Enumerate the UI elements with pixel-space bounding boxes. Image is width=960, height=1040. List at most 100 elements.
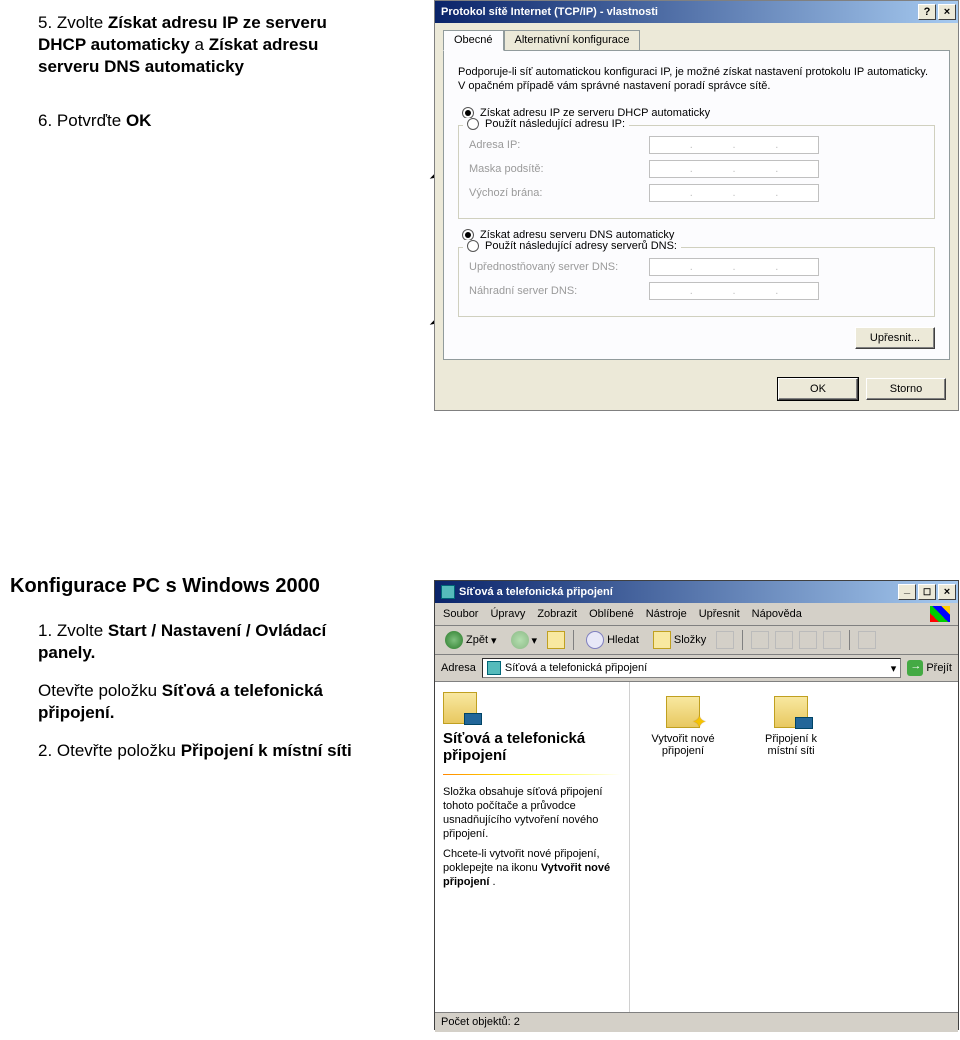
gateway-input[interactable]: ... xyxy=(649,184,819,202)
separator xyxy=(573,630,574,650)
label-line2: místní síti xyxy=(746,745,836,757)
alt-dns-row: Náhradní server DNS: ... xyxy=(469,282,924,300)
close-button[interactable]: × xyxy=(938,584,956,600)
menu-view[interactable]: Zobrazit xyxy=(537,608,577,620)
chevron-down-icon: ▾ xyxy=(491,634,497,647)
text: a xyxy=(195,35,209,54)
window-titlebar[interactable]: Síťová a telefonická připojení × xyxy=(435,581,958,603)
search-button[interactable]: Hledat xyxy=(582,629,643,651)
folder-icon xyxy=(487,661,501,675)
label: Zpět xyxy=(466,634,488,646)
advanced-button[interactable]: Upřesnit... xyxy=(855,327,935,349)
mask-row: Maska podsítě: ... xyxy=(469,160,924,178)
separator xyxy=(742,630,743,650)
go-button[interactable]: Přejít xyxy=(907,660,952,676)
menu-help[interactable]: Nápověda xyxy=(752,608,802,620)
radio-label: Použít následující adresy serverů DNS: xyxy=(485,240,677,252)
tab-alt-config[interactable]: Alternativní konfigurace xyxy=(504,30,641,51)
toolbar-button[interactable] xyxy=(751,631,769,649)
menu-file[interactable]: Soubor xyxy=(443,608,478,620)
text: 5. Zvolte xyxy=(38,13,108,32)
menu-fav[interactable]: Oblíbené xyxy=(589,608,634,620)
folders-button[interactable]: Složky xyxy=(649,629,710,651)
text: 1. Zvolte xyxy=(38,621,108,640)
pref-dns-row: Upřednostňovaný server DNS: ... xyxy=(469,258,924,276)
bold: Připojení k místní síti xyxy=(181,741,352,760)
history-button[interactable] xyxy=(716,631,734,649)
forward-icon xyxy=(511,631,529,649)
step-6: 6. Potvrďte OK xyxy=(38,110,378,132)
radio-icon xyxy=(467,240,479,252)
close-button[interactable]: × xyxy=(938,4,956,20)
minimize-button[interactable] xyxy=(898,584,916,600)
folders-icon xyxy=(653,631,671,649)
chevron-down-icon[interactable]: ▾ xyxy=(891,662,897,675)
radio-label: Použít následující adresu IP: xyxy=(485,118,625,130)
field-label: Výchozí brána: xyxy=(469,187,649,199)
radio-static-ip[interactable]: Použít následující adresu IP: xyxy=(463,118,629,130)
tcpip-properties-dialog: Protokol sítě Internet (TCP/IP) - vlastn… xyxy=(434,0,959,411)
maximize-button[interactable] xyxy=(918,584,936,600)
step-5: 5. Zvolte Získat adresu IP ze serveru DH… xyxy=(38,12,378,78)
new-connection-item[interactable]: Vytvořit nové připojení xyxy=(638,696,728,757)
address-label: Adresa xyxy=(441,662,476,674)
text: 6. Potvrďte xyxy=(38,111,126,130)
back-icon xyxy=(445,631,463,649)
text: . xyxy=(493,876,496,888)
lan-connection-item[interactable]: Připojení k místní síti xyxy=(746,696,836,757)
tab-panel: Podporuje-li síť automatickou konfigurac… xyxy=(443,50,950,360)
dialog-title: Protokol sítě Internet (TCP/IP) - vlastn… xyxy=(441,6,658,18)
icon-area: Vytvořit nové připojení Připojení k míst… xyxy=(630,682,958,1012)
side-p1: Složka obsahuje síťová připojení tohoto … xyxy=(443,785,621,841)
side-p2: Chcete-li vytvořit nové připojení, pokle… xyxy=(443,847,621,889)
step-1b: 1. Zvolte Start / Nastavení / Ovládací p… xyxy=(38,620,378,664)
label-line1: Vytvořit nové xyxy=(638,733,728,745)
ip-row: Adresa IP: ... xyxy=(469,136,924,154)
ok-button[interactable]: OK xyxy=(778,378,858,400)
chevron-down-icon: ▾ xyxy=(532,634,538,647)
alt-dns-input[interactable]: ... xyxy=(649,282,819,300)
bold: OK xyxy=(126,111,152,130)
address-input[interactable]: Síťová a telefonická připojení ▾ xyxy=(482,658,901,678)
go-icon xyxy=(907,660,923,676)
menu-bar: Soubor Úpravy Zobrazit Oblíbené Nástroje… xyxy=(435,603,958,626)
network-folder-icon xyxy=(443,692,477,724)
help-button[interactable]: ? xyxy=(918,4,936,20)
up-button[interactable] xyxy=(547,631,565,649)
underline-decoration xyxy=(443,774,621,775)
window-icon xyxy=(441,585,455,599)
network-connections-window: Síťová a telefonická připojení × Soubor … xyxy=(434,580,959,1030)
forward-button[interactable]: ▾ xyxy=(507,629,542,651)
toolbar-button[interactable] xyxy=(775,631,793,649)
radio-dns-static[interactable]: Použít následující adresy serverů DNS: xyxy=(463,240,681,252)
label-line2: připojení xyxy=(638,745,728,757)
gateway-row: Výchozí brána: ... xyxy=(469,184,924,202)
ip-input[interactable]: ... xyxy=(649,136,819,154)
radio-icon xyxy=(467,118,479,130)
menu-adv[interactable]: Upřesnit xyxy=(699,608,740,620)
cancel-button[interactable]: Storno xyxy=(866,378,946,400)
mask-input[interactable]: ... xyxy=(649,160,819,178)
views-button[interactable] xyxy=(858,631,876,649)
tab-general[interactable]: Obecné xyxy=(443,30,504,51)
side-title: Síťová a telefonická připojení xyxy=(443,730,621,764)
label: Přejít xyxy=(926,662,952,674)
menu-tools[interactable]: Nástroje xyxy=(646,608,687,620)
field-label: Maska podsítě: xyxy=(469,163,649,175)
back-button[interactable]: Zpět ▾ xyxy=(441,629,501,651)
menu-edit[interactable]: Úpravy xyxy=(490,608,525,620)
toolbar: Zpět ▾ ▾ Hledat Složky xyxy=(435,626,958,655)
static-dns-group: Použít následující adresy serverů DNS: U… xyxy=(458,247,935,317)
status-bar: Počet objektů: 2 xyxy=(435,1012,958,1032)
content-area: Síťová a telefonická připojení Složka ob… xyxy=(435,682,958,1012)
label-line1: Připojení k xyxy=(746,733,836,745)
field-label: Adresa IP: xyxy=(469,139,649,151)
address-bar: Adresa Síťová a telefonická připojení ▾ … xyxy=(435,655,958,682)
field-label: Náhradní server DNS: xyxy=(469,285,649,297)
pref-dns-input[interactable]: ... xyxy=(649,258,819,276)
status-text: Počet objektů: 2 xyxy=(441,1016,520,1028)
label: Hledat xyxy=(607,634,639,646)
toolbar-button[interactable] xyxy=(823,631,841,649)
dialog-titlebar[interactable]: Protokol sítě Internet (TCP/IP) - vlastn… xyxy=(435,1,958,23)
toolbar-button[interactable] xyxy=(799,631,817,649)
